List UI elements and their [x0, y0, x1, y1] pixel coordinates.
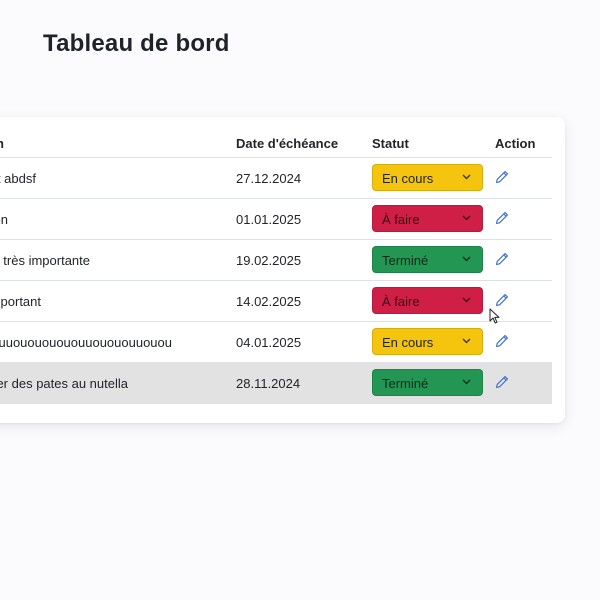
pencil-icon[interactable] [495, 252, 509, 266]
task-due-date: 04.01.2025 [236, 335, 302, 350]
chevron-down-icon [462, 379, 471, 385]
pencil-icon[interactable] [495, 211, 509, 225]
column-header-name: n [0, 136, 4, 151]
status-dropdown-value: Terminé [382, 253, 429, 268]
status-dropdown[interactable]: À faire [372, 287, 483, 314]
status-dropdown[interactable]: En cours [372, 328, 483, 355]
mouse-pointer-icon [489, 308, 500, 324]
status-dropdown-value: En cours [382, 171, 434, 186]
column-header-status: Statut [372, 136, 409, 151]
task-due-date: 14.02.2025 [236, 294, 302, 309]
task-name: Manger des pates au nutella [0, 376, 128, 391]
status-dropdown-value: À faire [382, 212, 420, 227]
table-row: Une tâche très importante 19.02.2025 Ter… [0, 240, 552, 281]
task-name: Dev:Test abdsf [0, 171, 36, 186]
chevron-down-icon [462, 174, 471, 180]
chevron-down-icon [462, 256, 471, 262]
pencil-icon[interactable] [495, 170, 509, 184]
status-dropdown[interactable]: À faire [372, 205, 483, 232]
task-name: Tâche sans description [0, 212, 8, 227]
pencil-icon[interactable] [495, 375, 509, 389]
chevron-down-icon [462, 215, 471, 221]
pencil-icon[interactable] [495, 293, 509, 307]
task-name: uouuouoouuouououououuouououuouou [0, 335, 172, 350]
column-header-action: Action [495, 136, 536, 151]
chevron-down-icon [462, 297, 471, 303]
pencil-icon[interactable] [495, 334, 509, 348]
page-title: Tableau de bord [43, 30, 230, 57]
status-dropdown[interactable]: En cours [372, 164, 483, 191]
table-row: Rien d'important 14.02.2025 À faire [0, 281, 552, 322]
status-dropdown-value: Terminé [382, 376, 429, 391]
task-due-date: 01.01.2025 [236, 212, 302, 227]
table-header: n Date d'échéance Statut Action [0, 117, 552, 158]
task-due-date: 27.12.2024 [236, 171, 302, 186]
status-dropdown-value: En cours [382, 335, 434, 350]
task-name: Une tâche très importante [0, 253, 90, 268]
status-dropdown[interactable]: Terminé [372, 246, 483, 273]
task-due-date: 19.02.2025 [236, 253, 302, 268]
status-dropdown[interactable]: Terminé [372, 369, 483, 396]
tasks-table-card: n Date d'échéance Statut Action Dev:Test… [0, 117, 565, 423]
table-row: uouuouoouuouououououuouououuouou 04.01.2… [0, 322, 552, 363]
column-header-due-date: Date d'échéance [236, 136, 339, 151]
dashboard-page: Tableau de bord n Date d'échéance Statut… [0, 0, 600, 600]
table-row: Dev:Test abdsf 27.12.2024 En cours [0, 158, 552, 199]
task-name: Rien d'important [0, 294, 41, 309]
table-row: Tâche sans description 01.01.2025 À fair… [0, 199, 552, 240]
table-row: Manger des pates au nutella 28.11.2024 T… [0, 363, 552, 404]
status-dropdown-value: À faire [382, 294, 420, 309]
task-due-date: 28.11.2024 [236, 376, 301, 391]
chevron-down-icon [462, 338, 471, 344]
